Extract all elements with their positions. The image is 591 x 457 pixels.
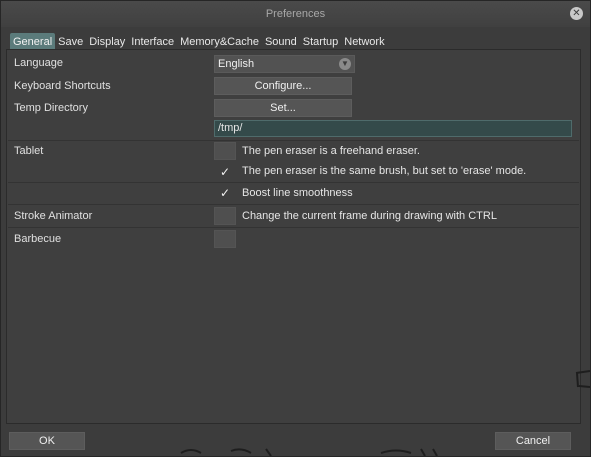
stroke-animator-option-label: Change the current frame during drawing …	[242, 210, 497, 222]
ok-button[interactable]: OK	[9, 432, 85, 450]
barbecue-label: Barbecue	[14, 233, 62, 245]
preferences-dialog: Preferences ✕ General Save Display Inter…	[0, 0, 591, 457]
language-value: English	[218, 58, 255, 70]
stroke-animator-label: Stroke Animator	[14, 210, 93, 222]
tab-startup[interactable]: Startup	[300, 33, 341, 49]
chevron-down-icon: ▼	[339, 58, 351, 70]
divider	[8, 204, 579, 205]
set-temp-directory-button[interactable]: Set...	[214, 99, 352, 117]
close-button[interactable]: ✕	[570, 7, 583, 20]
language-label: Language	[14, 57, 63, 69]
barbecue-checkbox[interactable]	[214, 230, 236, 248]
pen-eraser-same-brush-checkbox[interactable]: ✓	[214, 163, 236, 181]
tab-display[interactable]: Display	[86, 33, 128, 49]
checkmark-icon: ✓	[219, 165, 231, 179]
language-select[interactable]: English ▼	[214, 55, 355, 73]
tablet-label: Tablet	[14, 145, 44, 157]
tab-network[interactable]: Network	[341, 33, 387, 49]
stroke-animator-checkbox[interactable]	[214, 207, 236, 225]
temp-directory-path-field[interactable]: /tmp/	[214, 120, 572, 137]
tab-save[interactable]: Save	[55, 33, 86, 49]
pen-eraser-freehand-label: The pen eraser is a freehand eraser.	[242, 145, 420, 157]
checkmark-icon: ✓	[219, 186, 231, 200]
window-title: Preferences	[265, 8, 326, 20]
tab-bar: General Save Display Interface Memory&Ca…	[10, 33, 388, 49]
tab-interface[interactable]: Interface	[128, 33, 177, 49]
configure-shortcuts-button[interactable]: Configure...	[214, 77, 352, 95]
divider	[8, 227, 579, 228]
tab-general[interactable]: General	[10, 33, 56, 49]
close-icon: ✕	[572, 8, 581, 19]
tab-sound[interactable]: Sound	[262, 33, 300, 49]
divider	[8, 182, 579, 183]
boost-line-smoothness-checkbox[interactable]: ✓	[214, 184, 236, 202]
cancel-button[interactable]: Cancel	[495, 432, 571, 450]
title-bar: Preferences ✕	[1, 1, 590, 27]
general-panel: Language English ▼ Keyboard Shortcuts Co…	[6, 49, 581, 424]
divider	[8, 140, 579, 141]
pen-eraser-same-brush-label: The pen eraser is the same brush, but se…	[242, 165, 527, 177]
boost-line-smoothness-label: Boost line smoothness	[242, 187, 353, 199]
keyboard-shortcuts-label: Keyboard Shortcuts	[14, 80, 111, 92]
tab-memory-cache[interactable]: Memory&Cache	[177, 33, 262, 49]
pen-eraser-freehand-checkbox[interactable]	[214, 142, 236, 160]
temp-directory-label: Temp Directory	[14, 102, 88, 114]
